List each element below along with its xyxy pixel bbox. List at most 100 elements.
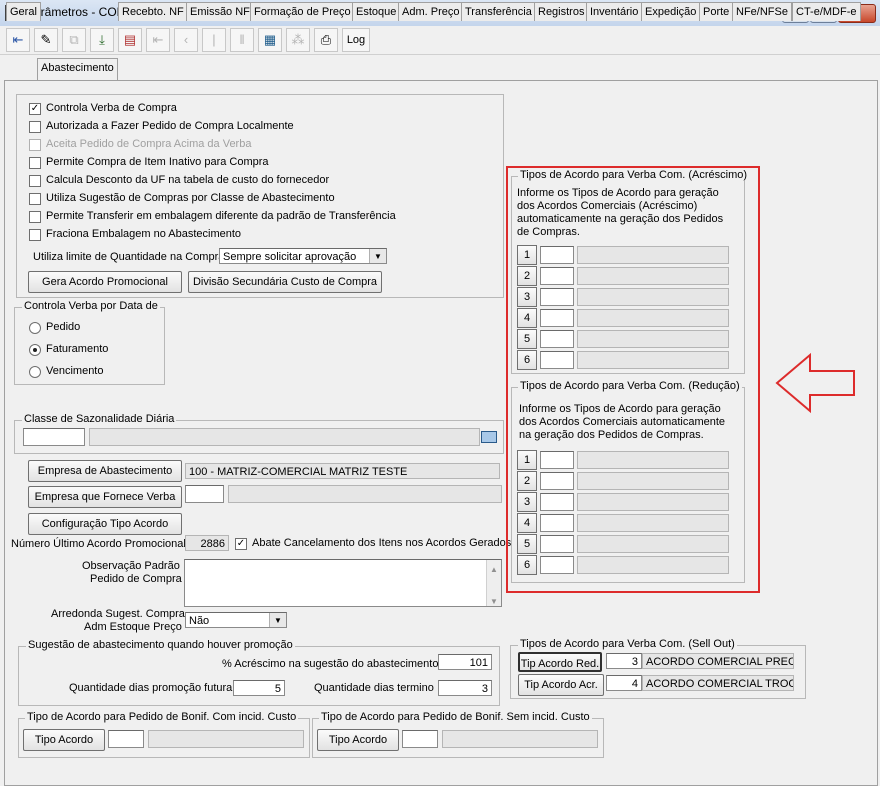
chevron-down-icon[interactable]: ▼ (269, 613, 286, 627)
select-limite-quantidade[interactable]: Sempre solicitar aprovação ▼ (219, 248, 387, 264)
acrescimo-row-1-code[interactable] (540, 246, 574, 264)
tab-transferencia[interactable]: Transferência (461, 2, 536, 21)
chevron-down-icon[interactable]: ▼ (369, 249, 386, 263)
check-aceita-pedido[interactable] (29, 139, 41, 151)
bonif-sem-code-input[interactable] (402, 730, 438, 748)
check-sugestao-classe[interactable] (29, 193, 41, 205)
reducao-row-3-button[interactable]: 3 (517, 492, 537, 512)
reducao-row-1-button[interactable]: 1 (517, 450, 537, 470)
select-arredonda[interactable]: Não ▼ (185, 612, 287, 628)
empresa-fornece-verba-button[interactable]: Empresa que Fornece Verba (28, 486, 182, 508)
acrescimo-row-2-code[interactable] (540, 267, 574, 285)
tab-cte-mdfe[interactable]: CT-e/MDF-e (792, 2, 861, 21)
observacao-textarea[interactable]: ▲ ▼ (184, 559, 502, 607)
toolbar: ⇤ ✎ ⧉ ⤓ ▤ ⇤ ‹ | ‖ ▦ ⁂ ⎙ Log (0, 26, 880, 55)
empresa-abastecimento-button[interactable]: Empresa de Abastecimento (28, 460, 182, 482)
reducao-desc-3: na geração dos Pedidos de Compras. (519, 429, 704, 441)
tab-emissao-nf[interactable]: Emissão NF (186, 2, 254, 21)
radio-vencimento[interactable] (29, 366, 41, 378)
gera-acordo-button[interactable]: Gera Acordo Promocional (28, 271, 182, 293)
acrescimo-row-5-code[interactable] (540, 330, 574, 348)
tab-geral[interactable]: Geral (6, 2, 41, 21)
exit-icon[interactable]: ⇤ (6, 28, 30, 52)
acrescimo-row-4-button[interactable]: 4 (517, 308, 537, 328)
check-permite-item-inativo[interactable] (29, 157, 41, 169)
prev-icon[interactable]: ‹ (174, 28, 198, 52)
acrescimo-row-1-button[interactable]: 1 (517, 245, 537, 265)
next-icon[interactable]: | (202, 28, 226, 52)
empresa-fornece-code-input[interactable] (185, 485, 224, 503)
radio-faturamento[interactable] (29, 344, 41, 356)
label-controla-verba: Controla Verba de Compra (46, 102, 177, 114)
bonif-com-title: Tipo de Acordo para Pedido de Bonif. Com… (25, 711, 299, 723)
reducao-row-2-button[interactable]: 2 (517, 471, 537, 491)
check-fraciona-embalagem[interactable] (29, 229, 41, 241)
tab-adm-preco[interactable]: Adm. Preço (398, 2, 464, 21)
reducao-row-1-code[interactable] (540, 451, 574, 469)
acrescimo-row-2-desc (577, 267, 729, 285)
reducao-row-3-code[interactable] (540, 493, 574, 511)
acrescimo-row-6-code[interactable] (540, 351, 574, 369)
tab-nfe-nfse[interactable]: NFe/NFSe (732, 2, 792, 21)
copy-icon[interactable]: ⧉ (62, 28, 86, 52)
acrescimo-sugestao-input[interactable]: 101 (438, 654, 492, 670)
tab-abastecimento[interactable]: Abastecimento (37, 58, 118, 80)
first-icon[interactable]: ⇤ (146, 28, 170, 52)
radio-pedido[interactable] (29, 322, 41, 334)
tab-estoque[interactable]: Estoque (352, 2, 401, 21)
delete-icon[interactable]: ▤ (118, 28, 142, 52)
check-calcula-desconto-uf[interactable] (29, 175, 41, 187)
reducao-row-2-code[interactable] (540, 472, 574, 490)
tab-inventario[interactable]: Inventário (586, 2, 643, 21)
tab-registros[interactable]: Registros (534, 2, 589, 21)
tab-formacao-preco[interactable]: Formação de Preço (250, 2, 355, 21)
bonif-com-code-input[interactable] (108, 730, 144, 748)
sellout-acr-code[interactable]: 4 (606, 675, 642, 691)
bonif-sem-tipo-acordo-button[interactable]: Tipo Acordo (317, 729, 399, 751)
check-autorizada-pedido[interactable] (29, 121, 41, 133)
tab-porte[interactable]: Porte (699, 2, 734, 21)
acrescimo-row-6-desc (577, 351, 729, 369)
query-icon[interactable]: ⁂ (286, 28, 310, 52)
acrescimo-row-3-button[interactable]: 3 (517, 287, 537, 307)
acrescimo-row-3-code[interactable] (540, 288, 574, 306)
acrescimo-row-6-button[interactable]: 6 (517, 350, 537, 370)
check-transferir-embalagem[interactable] (29, 211, 41, 223)
bonif-com-tipo-acordo-button[interactable]: Tipo Acordo (23, 729, 105, 751)
divisao-secundaria-button[interactable]: Divisão Secundária Custo de Compra (188, 271, 382, 293)
configuracao-tipo-acordo-button[interactable]: Configuração Tipo Acordo (28, 513, 182, 535)
dias-termino-input[interactable]: 3 (438, 680, 492, 696)
log-button[interactable]: Log (342, 28, 370, 52)
print-icon[interactable]: ⎙ (314, 28, 338, 52)
reducao-row-4-button[interactable]: 4 (517, 513, 537, 533)
tip-acordo-acr-button[interactable]: Tip Acordo Acr. (518, 674, 604, 696)
dias-promocao-input[interactable]: 5 (233, 680, 285, 696)
reducao-row-5-button[interactable]: 5 (517, 534, 537, 554)
save-icon[interactable]: ⤓ (90, 28, 114, 52)
reducao-row-5-code[interactable] (540, 535, 574, 553)
last-icon[interactable]: ‖ (230, 28, 254, 52)
acrescimo-row-3-desc (577, 288, 729, 306)
acrescimo-row-4-code[interactable] (540, 309, 574, 327)
sugestao-title: Sugestão de abastecimento quando houver … (26, 639, 295, 651)
textarea-scrollbar[interactable]: ▲ ▼ (486, 560, 501, 606)
empresa-fornece-desc-input (228, 485, 502, 503)
reducao-row-4-code[interactable] (540, 514, 574, 532)
sazonalidade-desc-input (89, 428, 480, 446)
tip-acordo-red-button[interactable]: Tip Acordo Red. (518, 652, 602, 672)
tab-expedicao[interactable]: Expedição (641, 2, 701, 21)
grid-lookup-icon[interactable] (481, 431, 497, 443)
bonif-sem-desc-input (442, 730, 598, 748)
reducao-row-6-code[interactable] (540, 556, 574, 574)
tab-recebto-nf[interactable]: Recebto. NF (118, 2, 188, 21)
check-controla-verba[interactable]: ✓ (29, 103, 41, 115)
label-calcula-desconto-uf: Calcula Desconto da UF na tabela de cust… (46, 174, 330, 186)
check-abate-cancelamento[interactable]: ✓ (235, 538, 247, 550)
sazonalidade-code-input[interactable] (23, 428, 85, 446)
grid-icon[interactable]: ▦ (258, 28, 282, 52)
sellout-red-code[interactable]: 3 (606, 653, 642, 669)
reducao-row-6-button[interactable]: 6 (517, 555, 537, 575)
eraser-icon[interactable]: ✎ (34, 28, 58, 52)
acrescimo-row-5-button[interactable]: 5 (517, 329, 537, 349)
acrescimo-row-2-button[interactable]: 2 (517, 266, 537, 286)
